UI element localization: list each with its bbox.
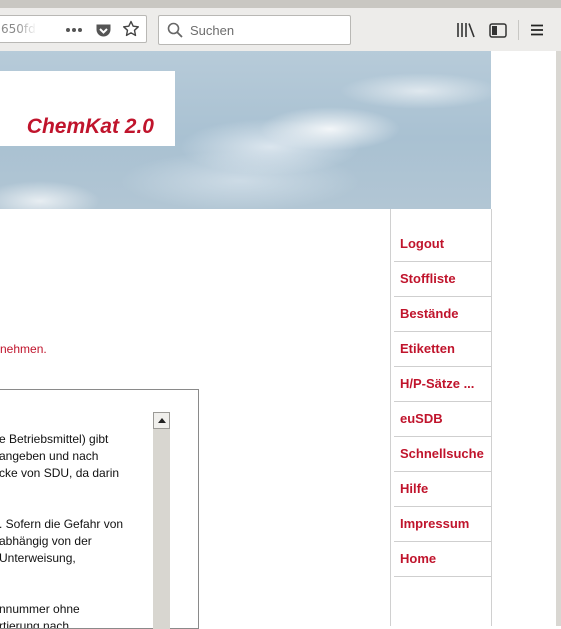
browser-scrollbar-edge[interactable]	[556, 51, 561, 626]
textarea-line: rtierung nach	[0, 619, 70, 628]
textarea-line: angeben und nach	[0, 449, 99, 463]
more-icon[interactable]	[63, 22, 85, 38]
nav-item-stoffliste[interactable]: Stoffliste	[394, 262, 491, 297]
url-fade	[17, 17, 37, 41]
textarea-line: Unterweisung,	[0, 551, 76, 565]
search-placeholder: Suchen	[190, 23, 235, 38]
logo-box: ChemKat 2.0	[0, 71, 175, 146]
url-bar[interactable]: 650fd	[0, 15, 147, 43]
search-icon	[167, 22, 183, 38]
nav-item-bestaende[interactable]: Bestände	[394, 297, 491, 332]
textarea-content: e Betriebsmittel) gibt angeben und nach …	[0, 390, 151, 628]
info-textarea[interactable]: e Betriebsmittel) gibt angeben und nach …	[0, 389, 199, 629]
sidebar-nav: Logout Stoffliste Bestände Etiketten H/P…	[394, 227, 491, 577]
nav-item-hilfe[interactable]: Hilfe	[394, 472, 491, 507]
nav-item-etiketten[interactable]: Etiketten	[394, 332, 491, 367]
textarea-scrollbar[interactable]	[153, 412, 170, 629]
nav-item-eusdb[interactable]: euSDB	[394, 402, 491, 437]
nav-item-home[interactable]: Home	[394, 542, 491, 577]
notice-text: nehmen.	[0, 342, 47, 356]
search-input[interactable]: Suchen	[158, 15, 351, 45]
toolbar-separator	[518, 20, 519, 40]
arrow-up-icon	[157, 418, 166, 423]
nav-item-logout[interactable]: Logout	[394, 227, 491, 262]
sidebar-icon[interactable]	[487, 20, 509, 40]
page-right-margin	[491, 51, 556, 626]
library-icon[interactable]	[455, 20, 477, 40]
textarea-line: . Sofern die Gefahr von	[0, 517, 124, 531]
nav-divider-left	[390, 209, 391, 626]
nav-item-impressum[interactable]: Impressum	[394, 507, 491, 542]
textarea-line: cke von SDU, da darin	[0, 466, 120, 480]
logo-text: ChemKat 2.0	[26, 115, 154, 138]
nav-divider-right	[491, 209, 492, 626]
nav-item-hp-saetze[interactable]: H/P-Sätze ...	[394, 367, 491, 402]
browser-toolbar: 650fd Suchen	[0, 8, 561, 52]
nav-item-schnellsuche[interactable]: Schnellsuche	[394, 437, 491, 472]
textarea-line: abhängig von der	[0, 534, 92, 548]
browser-tab-strip	[0, 0, 561, 8]
pocket-icon[interactable]	[93, 20, 113, 40]
header-banner: ChemKat 2.0	[0, 51, 491, 209]
bookmark-star-icon[interactable]	[121, 19, 141, 39]
menu-icon[interactable]	[527, 20, 547, 40]
scroll-up-button[interactable]	[153, 412, 170, 429]
textarea-line: nnummer ohne	[0, 602, 80, 616]
textarea-line: e Betriebsmittel) gibt	[0, 432, 109, 446]
